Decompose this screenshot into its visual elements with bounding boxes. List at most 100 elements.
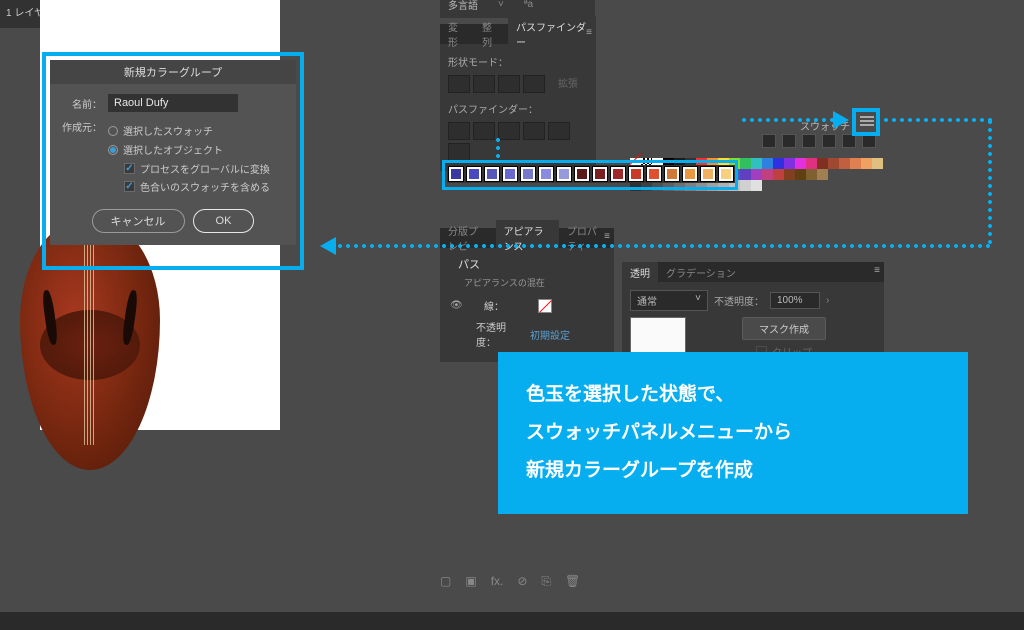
stroke-swatch[interactable] bbox=[538, 299, 552, 313]
swatch[interactable] bbox=[681, 165, 699, 183]
chk-include-tints[interactable] bbox=[124, 181, 135, 192]
chk-convert-global[interactable] bbox=[124, 163, 135, 174]
swatch-toolbar bbox=[622, 134, 882, 152]
swatch-options-icon[interactable] bbox=[802, 134, 816, 148]
swatch[interactable] bbox=[751, 158, 762, 169]
divide-icon[interactable] bbox=[448, 122, 470, 140]
visibility-icon[interactable]: 👁 bbox=[450, 300, 462, 312]
tab-appearance[interactable]: アピアランス bbox=[496, 220, 559, 256]
swatch[interactable] bbox=[465, 165, 483, 183]
swatch[interactable] bbox=[861, 158, 872, 169]
chk1-label: プロセスをグローバルに変換 bbox=[140, 161, 270, 176]
trans-opacity-value[interactable]: 100% bbox=[770, 292, 820, 309]
show-kinds-icon[interactable] bbox=[782, 134, 796, 148]
appearance-footer: ▢ ▣ fx. ⊘ ⎘ 🗑 bbox=[440, 574, 580, 589]
tab-align[interactable]: 整列 bbox=[474, 16, 508, 52]
swatch[interactable] bbox=[627, 165, 645, 183]
unite-icon[interactable] bbox=[448, 75, 470, 93]
tab-pathfinder[interactable]: パスファインダー bbox=[508, 16, 596, 52]
swatch[interactable] bbox=[591, 165, 609, 183]
ok-button[interactable]: OK bbox=[193, 209, 255, 233]
radio-selected-swatches[interactable] bbox=[108, 126, 118, 136]
intersect-icon[interactable] bbox=[498, 75, 520, 93]
callout-line3: 新規カラーグループを作成 bbox=[526, 452, 940, 490]
swatch[interactable] bbox=[483, 165, 501, 183]
swatch[interactable] bbox=[817, 158, 828, 169]
swatch[interactable] bbox=[663, 165, 681, 183]
name-label: 名前： bbox=[62, 96, 102, 111]
swatch[interactable] bbox=[795, 169, 806, 180]
opacity-value[interactable]: 初期設定 bbox=[530, 327, 570, 342]
swatch[interactable] bbox=[573, 165, 591, 183]
swatch[interactable] bbox=[806, 169, 817, 180]
exclude-icon[interactable] bbox=[523, 75, 545, 93]
swatch[interactable] bbox=[699, 165, 717, 183]
appearance-target: パス bbox=[458, 256, 606, 272]
swatch[interactable] bbox=[850, 158, 861, 169]
transparency-menu-icon[interactable]: ≡ bbox=[874, 265, 880, 276]
swatch[interactable] bbox=[828, 158, 839, 169]
tab-separations[interactable]: 分版プレビ bbox=[440, 220, 496, 256]
make-mask-button[interactable]: マスク作成 bbox=[742, 317, 826, 340]
radio2-label: 選択したオブジェクト bbox=[123, 142, 223, 157]
swatch[interactable] bbox=[762, 169, 773, 180]
tab-gradient[interactable]: グラデーション bbox=[658, 262, 744, 283]
cancel-button[interactable]: キャンセル bbox=[92, 209, 185, 233]
swatch[interactable] bbox=[839, 158, 850, 169]
swatch-panel-menu-icon[interactable] bbox=[860, 116, 874, 126]
swatch[interactable] bbox=[784, 169, 795, 180]
add-fill-icon[interactable]: ▣ bbox=[465, 574, 476, 589]
outline-icon[interactable] bbox=[548, 122, 570, 140]
swatch[interactable] bbox=[751, 180, 762, 191]
swatch[interactable] bbox=[555, 165, 573, 183]
lang-val: ªa bbox=[524, 0, 533, 10]
blend-mode-select[interactable]: 通常˅ bbox=[630, 290, 708, 311]
tab-transparency[interactable]: 透明 bbox=[622, 262, 658, 283]
new-swatch-icon[interactable] bbox=[842, 134, 856, 148]
trash-icon[interactable]: 🗑 bbox=[565, 574, 580, 589]
tab-transform[interactable]: 変形 bbox=[440, 16, 474, 52]
arrow-left-icon bbox=[320, 237, 336, 255]
shape-mode-label: 形状モード： bbox=[448, 54, 588, 69]
selected-swatches-row bbox=[447, 165, 735, 183]
lang-label[interactable]: 多言語 bbox=[448, 0, 478, 12]
swatch[interactable] bbox=[740, 158, 751, 169]
name-input[interactable] bbox=[108, 94, 238, 112]
add-effect-icon[interactable]: fx. bbox=[491, 574, 504, 589]
swatch[interactable] bbox=[740, 169, 751, 180]
minus-front-icon[interactable] bbox=[473, 75, 495, 93]
swatch[interactable] bbox=[872, 158, 883, 169]
swatch[interactable] bbox=[773, 169, 784, 180]
swatch[interactable] bbox=[806, 158, 817, 169]
pathfinder-label: パスファインダー： bbox=[448, 101, 588, 116]
swatch[interactable] bbox=[784, 158, 795, 169]
new-group-icon[interactable] bbox=[822, 134, 836, 148]
duplicate-icon[interactable]: ⎘ bbox=[541, 574, 551, 589]
swatch[interactable] bbox=[447, 165, 465, 183]
clear-icon[interactable]: ⊘ bbox=[517, 574, 527, 589]
swatch[interactable] bbox=[740, 180, 751, 191]
swatch[interactable] bbox=[645, 165, 663, 183]
swatch[interactable] bbox=[817, 169, 828, 180]
swatch[interactable] bbox=[795, 158, 806, 169]
crop-icon[interactable] bbox=[523, 122, 545, 140]
swatch[interactable] bbox=[773, 158, 784, 169]
merge-icon[interactable] bbox=[498, 122, 520, 140]
swatch[interactable] bbox=[609, 165, 627, 183]
minus-back-icon[interactable] bbox=[448, 143, 470, 161]
appearance-panel: 分版プレビ アピアランス プロパティ ≡ パス アピアランスの混在 👁 線： 不… bbox=[440, 228, 614, 362]
radio-selected-objects[interactable] bbox=[108, 145, 118, 155]
swatch-libraries-icon[interactable] bbox=[762, 134, 776, 148]
swatch[interactable] bbox=[537, 165, 555, 183]
swatch[interactable] bbox=[717, 165, 735, 183]
new-color-group-dialog: 新規カラーグループ 名前： 作成元： 選択したスウォッチ 選択したオブジェクト … bbox=[50, 60, 296, 245]
swatch[interactable] bbox=[501, 165, 519, 183]
swatch[interactable] bbox=[762, 158, 773, 169]
appearance-menu-icon[interactable]: ≡ bbox=[604, 231, 610, 242]
delete-swatch-icon[interactable] bbox=[862, 134, 876, 148]
add-stroke-icon[interactable]: ▢ bbox=[440, 574, 451, 589]
trim-icon[interactable] bbox=[473, 122, 495, 140]
swatch[interactable] bbox=[751, 169, 762, 180]
pathfinder-menu-icon[interactable]: ≡ bbox=[586, 27, 592, 38]
swatch[interactable] bbox=[519, 165, 537, 183]
